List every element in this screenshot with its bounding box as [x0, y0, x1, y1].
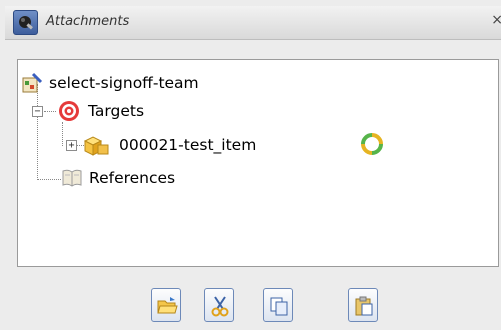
open-button[interactable] — [151, 288, 181, 322]
attachments-icon — [13, 10, 38, 35]
tree-node-targets[interactable]: Targets — [58, 100, 144, 122]
tree-line — [62, 122, 63, 146]
tree-node-root[interactable]: select-signoff-team — [21, 72, 199, 94]
expand-toggle[interactable]: + — [66, 140, 77, 151]
collapse-toggle[interactable]: − — [32, 106, 43, 117]
tree-node-item[interactable]: 000021-test_item — [83, 133, 256, 157]
tree-node-label: Targets — [88, 102, 145, 120]
tree-node-references[interactable]: References — [61, 167, 175, 189]
cut-icon — [211, 296, 229, 317]
close-button[interactable]: × — [491, 12, 501, 28]
cut-button[interactable] — [204, 288, 234, 322]
status-cycle-icon — [361, 133, 383, 155]
title-bar: Attachments × — [5, 6, 501, 40]
toolbar — [0, 288, 501, 324]
tree-line — [37, 84, 38, 180]
tree-node-label: select-signoff-team — [49, 74, 199, 92]
paste-button[interactable] — [348, 288, 378, 322]
copy-button[interactable] — [263, 288, 293, 322]
paste-icon — [355, 296, 373, 316]
window-title: Attachments — [46, 14, 130, 29]
target-icon — [58, 100, 80, 122]
tree-node-label: 000021-test_item — [119, 136, 257, 154]
folder-open-icon — [157, 297, 178, 314]
process-icon — [21, 72, 43, 94]
book-icon — [61, 167, 83, 189]
item-folder-icon — [83, 133, 111, 157]
tree-node-label: References — [89, 169, 176, 187]
attachments-tree: select-signoff-team − Targets + 000021-t… — [17, 59, 499, 267]
tree-line — [44, 111, 56, 112]
copy-icon — [270, 297, 288, 316]
tree-line — [37, 179, 61, 180]
